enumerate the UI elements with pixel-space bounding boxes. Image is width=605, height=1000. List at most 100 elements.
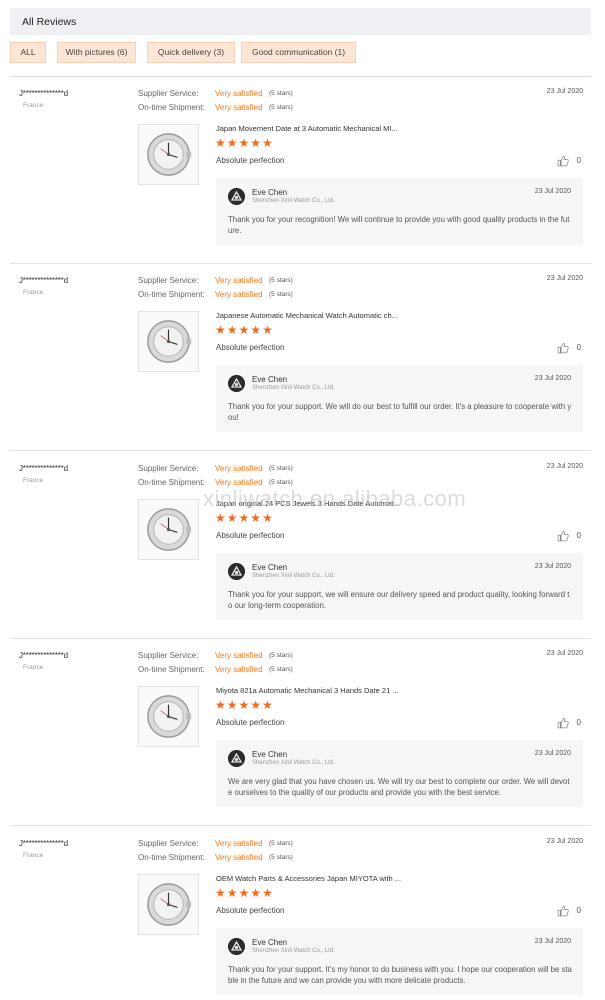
review-rating: ★ ★ ★ ★ ★	[215, 887, 273, 899]
seller-reply: Eve Chen Shenzhen Xinli Watch Co., Ltd. …	[216, 365, 583, 432]
seller-avatar	[228, 375, 245, 392]
seller-avatar	[228, 938, 245, 955]
star-icon: ★	[226, 323, 238, 337]
product-thumbnail[interactable]	[138, 311, 199, 372]
star-icon: ★	[215, 136, 226, 150]
buyer-name: J**************d	[19, 464, 68, 473]
star-icon: ★	[262, 511, 273, 525]
supplier-service-label: Supplier Service:	[138, 276, 199, 285]
star-icon: ★	[262, 886, 273, 900]
review-rating: ★ ★ ★ ★ ★	[215, 137, 273, 149]
review-date: 23 Jul 2020	[546, 275, 583, 282]
product-thumbnail[interactable]	[138, 686, 199, 747]
on-time-shipment-stars: (5 stars)	[269, 104, 293, 111]
seller-reply: Eve Chen Shenzhen Xinli Watch Co., Ltd. …	[216, 740, 583, 807]
star-icon: ★	[238, 698, 250, 712]
seller-company: Shenzhen Xinli Watch Co., Ltd.	[252, 385, 335, 391]
on-time-shipment-stars: (5 stars)	[269, 666, 293, 673]
buyer-name: J**************d	[19, 839, 68, 848]
star-icon: ★	[226, 698, 238, 712]
star-icon: ★	[226, 511, 238, 525]
buyer-country: France	[23, 852, 44, 859]
buyer-name: J**************d	[19, 651, 68, 660]
seller-avatar	[228, 188, 245, 205]
like-count: 0	[576, 718, 581, 727]
review-date: 23 Jul 2020	[546, 838, 583, 845]
product-link[interactable]: Japanese Automatic Mechanical Watch Auto…	[216, 311, 516, 320]
reply-date: 23 Jul 2020	[534, 563, 571, 570]
like-icon[interactable]	[557, 905, 569, 917]
review-date: 23 Jul 2020	[546, 88, 583, 95]
star-icon: ★	[215, 323, 226, 337]
filter-good-communication-button[interactable]: Good communication (1)	[241, 42, 356, 63]
product-link[interactable]: Japan Movement Date at 3 Automatic Mecha…	[216, 124, 516, 133]
star-icon: ★	[250, 511, 262, 525]
like-count: 0	[576, 156, 581, 165]
reply-text: Thank you for your support. We will do o…	[228, 402, 572, 422]
review-item: J**************d France Supplier Service…	[10, 264, 591, 451]
supplier-service-stars: (5 stars)	[269, 277, 293, 284]
like-count: 0	[576, 531, 581, 540]
product-thumbnail[interactable]	[138, 499, 199, 560]
seller-reply: Eve Chen Shenzhen Xinli Watch Co., Ltd. …	[216, 928, 583, 995]
supplier-service-label: Supplier Service:	[138, 839, 199, 848]
like-icon[interactable]	[557, 530, 569, 542]
product-thumbnail[interactable]	[138, 124, 199, 185]
seller-name: Eve Chen	[252, 938, 288, 947]
seller-avatar	[228, 563, 245, 580]
product-link[interactable]: Japan original 24 PCS Jewels 3 Hands Dat…	[216, 499, 516, 508]
reviews-header: All Reviews	[10, 8, 591, 35]
filter-quick-delivery-button[interactable]: Quick delivery (3)	[147, 42, 235, 63]
star-icon: ★	[250, 886, 262, 900]
reply-date: 23 Jul 2020	[534, 938, 571, 945]
star-icon: ★	[226, 886, 238, 900]
star-icon: ★	[238, 323, 250, 337]
supplier-service-value: Very satisfied	[215, 839, 263, 848]
buyer-country: France	[23, 664, 44, 671]
product-link[interactable]: Miyota 821a Automatic Mechanical 3 Hands…	[216, 686, 516, 695]
product-thumbnail[interactable]	[138, 874, 199, 935]
review-item: J**************d France Supplier Service…	[10, 77, 591, 264]
supplier-service-value: Very satisfied	[215, 651, 263, 660]
seller-company: Shenzhen Xinli Watch Co., Ltd.	[252, 198, 335, 204]
review-text: Absolute perfection	[216, 156, 285, 165]
filter-with-pictures-button[interactable]: With pictures (6)	[57, 42, 136, 63]
buyer-name: J**************d	[19, 276, 68, 285]
star-icon: ★	[262, 698, 273, 712]
like-icon[interactable]	[557, 155, 569, 167]
supplier-service-label: Supplier Service:	[138, 651, 199, 660]
like-icon[interactable]	[557, 342, 569, 354]
on-time-shipment-value: Very satisfied	[215, 290, 263, 299]
seller-company: Shenzhen Xinli Watch Co., Ltd.	[252, 948, 335, 954]
on-time-shipment-stars: (5 stars)	[269, 291, 293, 298]
supplier-service-value: Very satisfied	[215, 89, 263, 98]
review-item: J**************d France Supplier Service…	[10, 452, 591, 639]
on-time-shipment-value: Very satisfied	[215, 103, 263, 112]
seller-name: Eve Chen	[252, 188, 288, 197]
star-icon: ★	[250, 136, 262, 150]
reply-text: Thank you for your recognition! We will …	[228, 215, 570, 235]
divider	[10, 450, 591, 451]
reply-text: Thank you for your support. It's my hono…	[228, 965, 572, 985]
supplier-service-stars: (5 stars)	[269, 840, 293, 847]
buyer-country: France	[23, 289, 44, 296]
seller-reply: Eve Chen Shenzhen Xinli Watch Co., Ltd. …	[216, 553, 583, 620]
review-item: J**************d France Supplier Service…	[10, 827, 591, 1000]
star-icon: ★	[250, 323, 262, 337]
seller-name: Eve Chen	[252, 375, 288, 384]
review-text: Absolute perfection	[216, 531, 285, 540]
review-date: 23 Jul 2020	[546, 463, 583, 470]
like-icon[interactable]	[557, 717, 569, 729]
filter-all-button[interactable]: ALL	[10, 42, 46, 63]
on-time-shipment-value: Very satisfied	[215, 665, 263, 674]
product-link[interactable]: OEM Watch Parts & Accessories Japan MIYO…	[216, 874, 516, 883]
reply-date: 23 Jul 2020	[534, 750, 571, 757]
reply-date: 23 Jul 2020	[534, 188, 571, 195]
on-time-shipment-stars: (5 stars)	[269, 479, 293, 486]
seller-company: Shenzhen Xinli Watch Co., Ltd.	[252, 760, 335, 766]
supplier-service-stars: (5 stars)	[269, 465, 293, 472]
star-icon: ★	[238, 136, 250, 150]
on-time-shipment-label: On-time Shipment:	[138, 853, 205, 862]
supplier-service-value: Very satisfied	[215, 464, 263, 473]
seller-name: Eve Chen	[252, 563, 288, 572]
